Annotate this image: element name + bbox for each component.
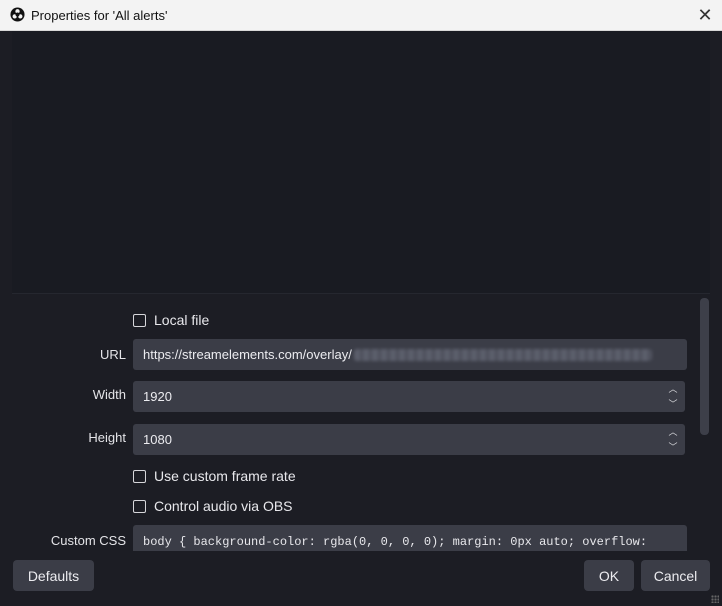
width-increment-icon[interactable]: ︿ xyxy=(668,383,677,395)
window-title: Properties for 'All alerts' xyxy=(31,8,168,23)
width-value: 1920 xyxy=(143,389,172,404)
defaults-button[interactable]: Defaults xyxy=(13,560,94,591)
browser-source-preview xyxy=(12,31,710,293)
width-label: Width xyxy=(92,387,126,402)
local-file-checkbox-box[interactable] xyxy=(133,313,146,327)
url-label: URL xyxy=(99,347,126,362)
url-value: https://streamelements.com/overlay/ xyxy=(143,347,352,362)
cancel-button[interactable]: Cancel xyxy=(641,560,710,591)
width-decrement-icon[interactable]: ﹀ xyxy=(668,398,677,410)
height-increment-icon[interactable]: ︿ xyxy=(668,426,677,438)
height-value: 1080 xyxy=(143,432,172,447)
url-field[interactable]: https://streamelements.com/overlay/ xyxy=(133,339,687,370)
height-spinner: ︿ ﹀ xyxy=(667,426,679,453)
height-label: Height xyxy=(88,430,126,445)
custom-frame-rate-label: Use custom frame rate xyxy=(154,468,296,484)
custom-css-editor[interactable]: body { background-color: rgba(0, 0, 0, 0… xyxy=(133,525,687,551)
resize-grip-icon[interactable] xyxy=(711,595,719,603)
local-file-label: Local file xyxy=(154,312,210,328)
preview-divider xyxy=(12,293,710,294)
control-audio-checkbox-box[interactable] xyxy=(133,499,146,513)
custom-css-value: body { background-color: rgba(0, 0, 0, 0… xyxy=(143,535,648,549)
control-audio-label: Control audio via OBS xyxy=(154,498,293,514)
local-file-checkbox[interactable]: Local file xyxy=(133,312,209,328)
custom-css-label: Custom CSS xyxy=(50,533,126,548)
ok-button[interactable]: OK xyxy=(584,560,634,591)
custom-frame-rate-checkbox-box[interactable] xyxy=(133,469,146,483)
close-button[interactable]: ✕ xyxy=(692,2,718,28)
height-decrement-icon[interactable]: ﹀ xyxy=(668,441,677,453)
control-audio-checkbox[interactable]: Control audio via OBS xyxy=(133,498,293,514)
height-spinbox[interactable]: 1080 ︿ ﹀ xyxy=(133,424,685,455)
title-bar: Properties for 'All alerts' ✕ xyxy=(0,0,722,31)
width-spinner: ︿ ﹀ xyxy=(667,383,679,410)
close-icon: ✕ xyxy=(697,4,713,25)
redacted-url-segment xyxy=(353,348,652,361)
properties-scrollbar[interactable] xyxy=(700,298,709,435)
dialog-button-bar: Defaults OK Cancel xyxy=(0,551,722,606)
obs-logo-icon xyxy=(10,7,25,22)
custom-frame-rate-checkbox[interactable]: Use custom frame rate xyxy=(133,468,296,484)
width-spinbox[interactable]: 1920 ︿ ﹀ xyxy=(133,381,685,412)
